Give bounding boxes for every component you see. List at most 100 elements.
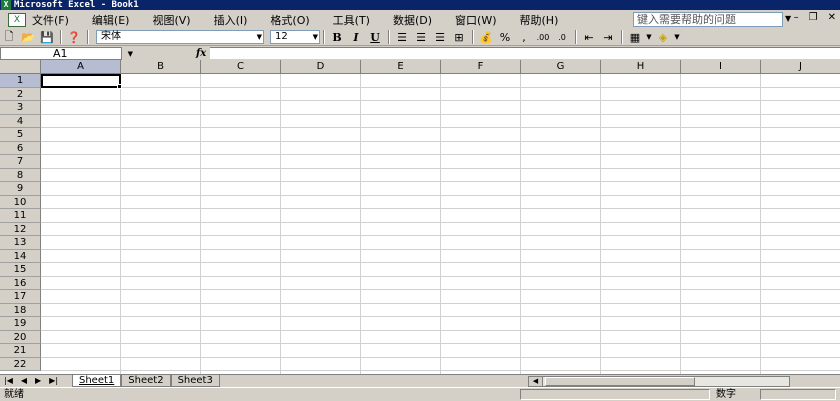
row-header[interactable]: 11 (0, 209, 41, 223)
row-header[interactable]: 22 (0, 357, 41, 371)
row-header[interactable]: 19 (0, 317, 41, 331)
scroll-left-icon[interactable]: ◀ (529, 377, 543, 386)
sheet-tab-1[interactable]: Sheet1 (72, 375, 122, 387)
chevron-down-icon[interactable]: ▼ (645, 29, 653, 45)
font-size-select[interactable]: 12 ▼ (270, 30, 320, 44)
row-header[interactable]: 15 (0, 263, 41, 277)
close-icon[interactable]: ✕ (828, 12, 836, 23)
increase-decimal-icon[interactable]: .00 (534, 29, 552, 45)
chevron-down-icon[interactable]: ▼ (257, 31, 262, 43)
last-sheet-icon[interactable]: ▶| (49, 375, 58, 387)
open-folder-icon[interactable]: 📂 (19, 29, 37, 45)
align-right-icon[interactable]: ☰ (431, 29, 449, 45)
help-icon[interactable]: ❓ (65, 29, 83, 45)
sheet-tab-3[interactable]: Sheet3 (170, 375, 220, 387)
increase-indent-icon[interactable]: ⇥ (599, 29, 617, 45)
menu-tools[interactable]: 工具(T) (333, 12, 370, 28)
grid-column-line (200, 74, 201, 374)
save-icon[interactable]: 💾 (38, 29, 56, 45)
menu-file[interactable]: 文件(F) (32, 12, 69, 28)
underline-button[interactable]: U (366, 29, 384, 45)
italic-button[interactable]: I (347, 29, 365, 45)
new-document-icon[interactable]: 🗋 (0, 29, 18, 45)
horizontal-scrollbar[interactable]: ◀ (528, 376, 790, 387)
row-header[interactable]: 5 (0, 128, 41, 142)
row-header[interactable]: 9 (0, 182, 41, 196)
menu-format[interactable]: 格式(O) (270, 12, 309, 28)
menu-help[interactable]: 帮助(H) (520, 12, 559, 28)
column-header[interactable]: H (601, 60, 681, 74)
decrease-decimal-icon[interactable]: .0 (553, 29, 571, 45)
worksheet-grid[interactable]: ABCDEFGHIJ 1 2 3 4 5 6 7 8 9 10 11 12 13 14 15 16 17 18 19… (0, 60, 840, 374)
grid-column-line (520, 74, 521, 374)
row-header[interactable]: 13 (0, 236, 41, 250)
first-sheet-icon[interactable]: |◀ (4, 375, 13, 387)
column-header[interactable]: D (281, 60, 361, 74)
chevron-down-icon[interactable]: ▼ (673, 29, 681, 45)
next-sheet-icon[interactable]: ▶ (35, 375, 41, 387)
row-header[interactable]: 6 (0, 141, 41, 155)
font-name-select[interactable]: 宋体 ▼ (96, 30, 264, 44)
excel-app-icon[interactable]: X (1, 0, 11, 10)
align-center-icon[interactable]: ☰ (412, 29, 430, 45)
menu-insert[interactable]: 插入(I) (214, 12, 248, 28)
minimize-icon[interactable]: – (794, 12, 799, 23)
row-header[interactable]: 2 (0, 87, 41, 101)
column-header[interactable]: B (121, 60, 201, 74)
row-header[interactable]: 12 (0, 222, 41, 236)
column-header[interactable]: E (361, 60, 441, 74)
column-header[interactable]: J (761, 60, 840, 74)
row-header[interactable]: 16 (0, 276, 41, 290)
select-all-corner[interactable] (0, 60, 41, 74)
formula-input[interactable] (210, 47, 840, 59)
toolbar-separator (87, 30, 89, 44)
workbook-icon[interactable]: X (8, 12, 26, 27)
menu-window[interactable]: 窗口(W) (455, 12, 496, 28)
row-header[interactable]: 4 (0, 114, 41, 128)
active-cell[interactable] (41, 74, 122, 89)
column-header[interactable]: F (441, 60, 521, 74)
row-header[interactable]: 1 (0, 74, 41, 88)
column-header[interactable]: G (521, 60, 601, 74)
borders-icon[interactable]: ▦ (626, 29, 644, 45)
scroll-thumb[interactable] (545, 377, 695, 386)
row-header[interactable]: 18 (0, 303, 41, 317)
toolbar-separator (388, 30, 390, 44)
row-header[interactable]: 3 (0, 101, 41, 115)
fill-color-icon[interactable]: ◈ (654, 29, 672, 45)
row-header[interactable]: 17 (0, 290, 41, 304)
menu-data[interactable]: 数据(D) (393, 12, 432, 28)
name-box[interactable]: A1 ▼ (0, 46, 133, 60)
column-header[interactable]: A (41, 60, 121, 74)
percent-button[interactable]: % (496, 29, 514, 45)
toolbar-separator (60, 30, 62, 44)
row-header[interactable]: 8 (0, 168, 41, 182)
status-panel (520, 389, 710, 400)
chevron-down-icon[interactable]: ▼ (313, 31, 318, 43)
row-header[interactable]: 20 (0, 330, 41, 344)
fill-handle[interactable] (117, 84, 122, 89)
help-question-input[interactable]: 键入需要帮助的问题 (633, 12, 783, 27)
merge-center-icon[interactable]: ⊞ (450, 29, 468, 45)
decrease-indent-icon[interactable]: ⇤ (580, 29, 598, 45)
row-header[interactable]: 10 (0, 195, 41, 209)
align-left-icon[interactable]: ☰ (393, 29, 411, 45)
chevron-down-icon[interactable]: ▼ (128, 48, 133, 60)
row-header[interactable]: 21 (0, 344, 41, 358)
prev-sheet-icon[interactable]: ◀ (21, 375, 27, 387)
menu-view[interactable]: 视图(V) (152, 12, 190, 28)
insert-function-button[interactable]: fx (196, 48, 206, 59)
restore-icon[interactable]: ❐ (809, 12, 818, 23)
column-header[interactable]: C (201, 60, 281, 74)
currency-icon[interactable]: 💰 (477, 29, 495, 45)
grid-column-line (680, 74, 681, 374)
sheet-tab-2[interactable]: Sheet2 (121, 375, 171, 387)
toolbar-separator (472, 30, 474, 44)
column-header[interactable]: I (681, 60, 761, 74)
menu-edit[interactable]: 编辑(E) (92, 12, 130, 28)
row-header[interactable]: 7 (0, 155, 41, 169)
bold-button[interactable]: B (328, 29, 346, 45)
row-header[interactable]: 14 (0, 249, 41, 263)
comma-style-button[interactable]: , (515, 29, 533, 45)
help-dropdown-arrow-icon[interactable]: ▼ (785, 14, 791, 23)
